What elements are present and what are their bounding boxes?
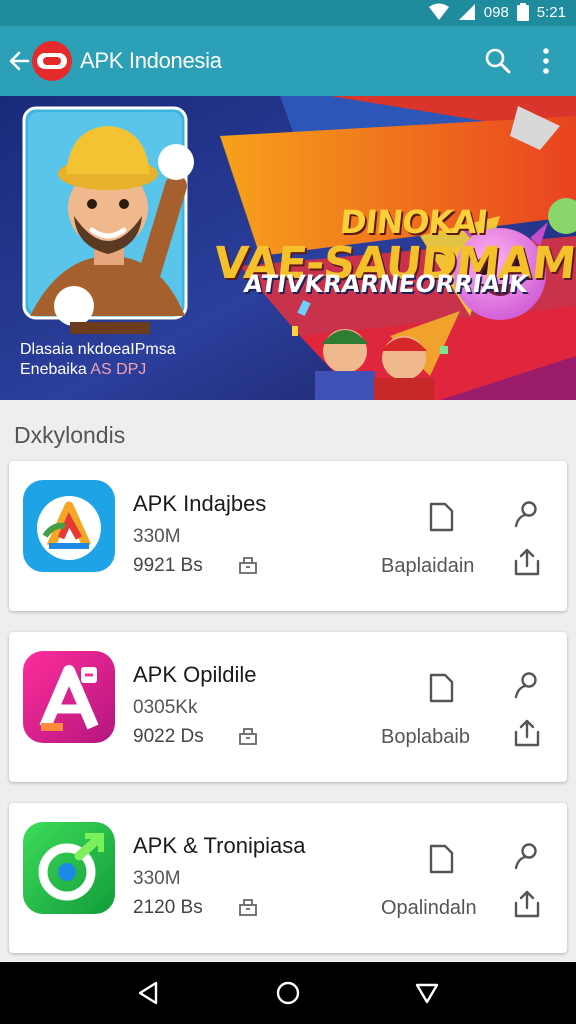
- search-button[interactable]: [474, 37, 522, 85]
- document-icon[interactable]: [425, 843, 457, 875]
- user-icon[interactable]: [512, 499, 542, 529]
- banner-caption-line2: Enebaika: [20, 361, 87, 378]
- more-options-button[interactable]: [522, 37, 570, 85]
- app-card[interactable]: APK Opildile 0305Kk 9022 Ds Boplabaib: [9, 632, 567, 782]
- app-card[interactable]: APK & Tronipiasa 330M 2120 Bs Opalindaln: [9, 803, 567, 953]
- storage-icon: [239, 899, 257, 916]
- share-icon[interactable]: [512, 547, 542, 577]
- app-size: 0305Kk: [133, 697, 198, 718]
- app-name: APK & Tronipiasa: [133, 833, 306, 858]
- battery-icon: [516, 3, 529, 21]
- status-time: 5:21: [536, 3, 566, 21]
- back-button[interactable]: [4, 41, 34, 81]
- banner-caption: Dlasaia nkdoeaIPmsa Enebaika AS DPJ: [20, 340, 176, 380]
- system-nav-bar: [0, 962, 576, 1024]
- storage-icon: [239, 557, 257, 574]
- search-icon: [485, 48, 511, 74]
- status-bar: 098 5:21: [0, 0, 576, 26]
- app-icon: [23, 822, 115, 914]
- triangle-down-icon[interactable]: [412, 978, 442, 1008]
- status-icons: 098 5:21: [428, 3, 566, 21]
- banner-headline-top: DINOKAI: [338, 203, 489, 241]
- triangle-back-icon[interactable]: [134, 978, 164, 1008]
- user-icon[interactable]: [512, 841, 542, 871]
- download-button-label[interactable]: Baplaidain: [381, 555, 474, 578]
- storage-icon: [239, 728, 257, 745]
- document-icon[interactable]: [425, 501, 457, 533]
- banner-subheadline: ATIVKRARNEORRIAIK: [242, 270, 530, 298]
- app-size: 330M: [133, 526, 181, 547]
- download-count: 9921 Bs: [133, 555, 203, 576]
- document-icon[interactable]: [425, 672, 457, 704]
- download-button-label[interactable]: Opalindaln: [381, 897, 477, 920]
- app-name: APK Opildile: [133, 662, 257, 687]
- app-title: APK Indonesia: [80, 48, 222, 73]
- app-size: 330M: [133, 868, 181, 889]
- app-name: APK Indajbes: [133, 491, 267, 516]
- app-logo: [32, 41, 72, 81]
- more-vert-icon: [543, 48, 549, 74]
- share-icon[interactable]: [512, 889, 542, 919]
- banner-caption-line1: Dlasaia nkdoeaIPmsa: [20, 341, 176, 358]
- download-count: 2120 Bs: [133, 897, 203, 918]
- app-bar: APK Indonesia: [0, 26, 576, 96]
- user-icon[interactable]: [512, 670, 542, 700]
- share-icon[interactable]: [512, 718, 542, 748]
- arrow-left-icon: [9, 51, 30, 71]
- signal-icon: [458, 4, 475, 20]
- banner-caption-accent: AS DPJ: [90, 361, 147, 378]
- circle-home-icon[interactable]: [273, 978, 303, 1008]
- status-indicator: 098: [483, 3, 509, 21]
- app-card[interactable]: APK Indajbes 330M 9921 Bs Baplaidain: [9, 461, 567, 611]
- app-icon: [23, 651, 115, 743]
- app-icon: [23, 480, 115, 572]
- section-title: Dxkylondis: [14, 422, 126, 448]
- download-count: 9022 Ds: [133, 726, 204, 747]
- download-button-label[interactable]: Boplabaib: [381, 726, 470, 749]
- wifi-icon: [428, 3, 449, 20]
